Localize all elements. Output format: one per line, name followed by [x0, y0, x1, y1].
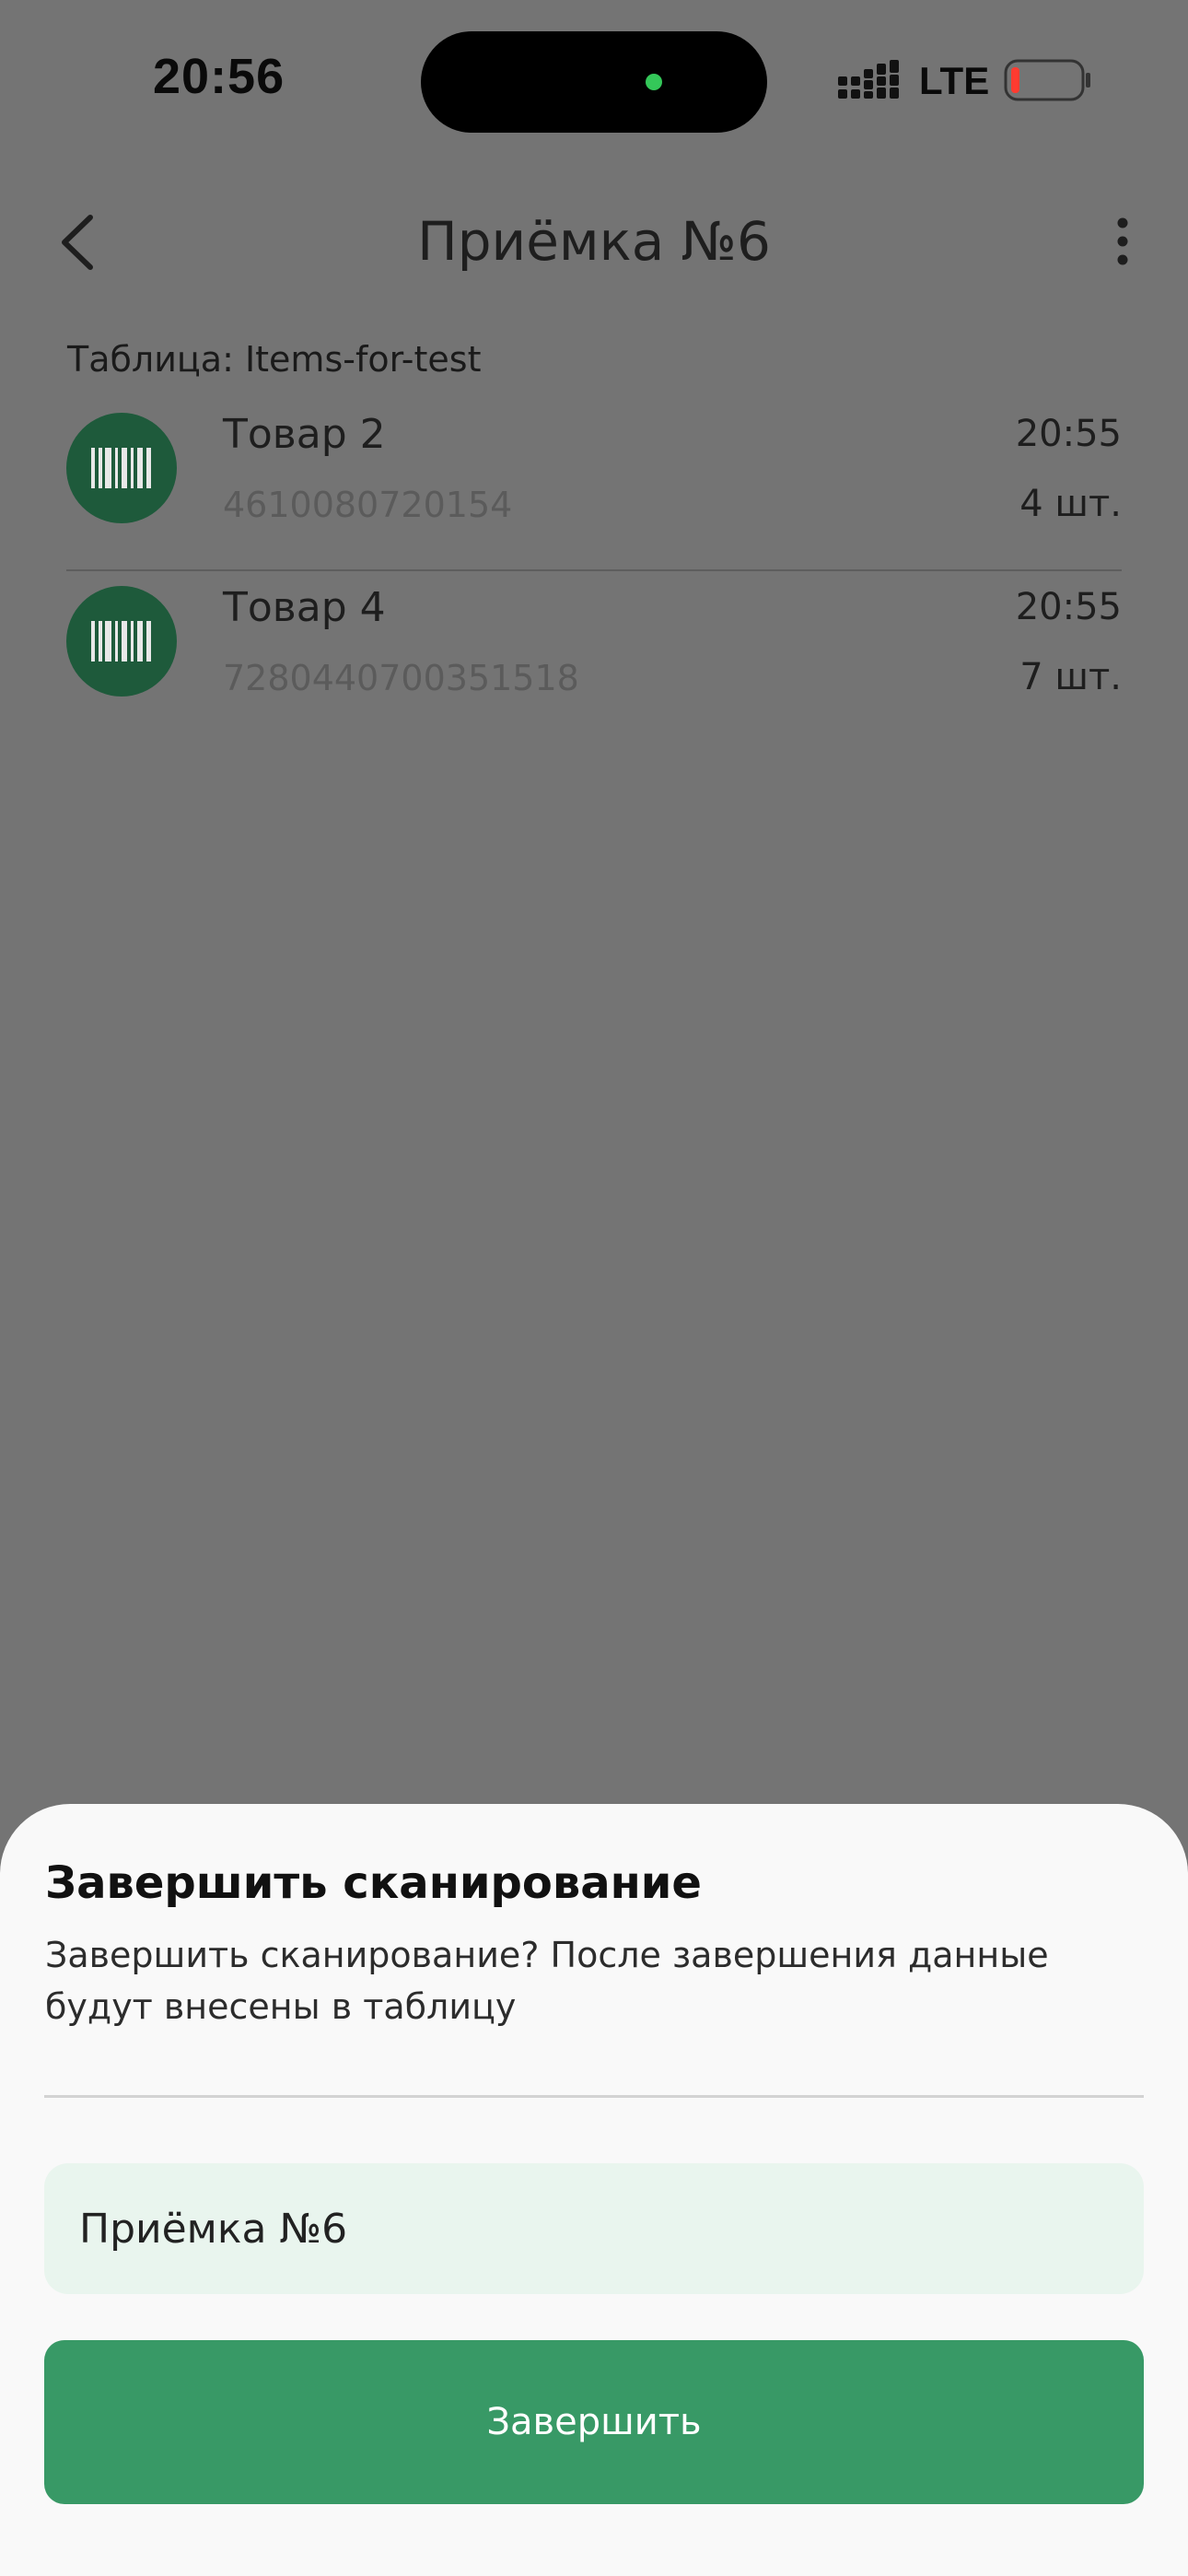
scanned-items-list: Товар 2 4610080720154 20:55 4 шт. Товар … [66, 398, 1122, 743]
list-item[interactable]: Товар 2 4610080720154 20:55 4 шт. [66, 398, 1122, 569]
list-item[interactable]: Товар 4 7280440700351518 20:55 7 шт. [66, 569, 1122, 743]
barcode-icon [66, 586, 177, 697]
more-options-icon[interactable] [1112, 217, 1133, 265]
battery-icon [1004, 59, 1090, 101]
signal-strength-icon [838, 60, 899, 99]
status-time: 20:56 [153, 49, 285, 104]
document-name-input[interactable] [44, 2163, 1144, 2294]
divider [44, 2095, 1144, 2098]
item-barcode: 4610080720154 [223, 485, 513, 525]
item-time: 20:55 [1015, 413, 1122, 455]
item-name: Товар 4 [223, 584, 386, 631]
network-type: LTE [919, 59, 990, 102]
finish-scanning-sheet: Завершить сканирование Завершить сканиро… [0, 1804, 1188, 2576]
sheet-message: Завершить сканирование? После завершения… [45, 1935, 1049, 2027]
finish-button[interactable]: Завершить [44, 2340, 1144, 2504]
dynamic-island [421, 31, 767, 133]
barcode-icon [66, 413, 177, 523]
item-time: 20:55 [1015, 586, 1122, 628]
table-label: Таблица: Items-for-test [67, 339, 482, 380]
item-quantity: 4 шт. [1019, 483, 1122, 525]
item-name: Товар 2 [223, 411, 386, 458]
item-quantity: 7 шт. [1019, 656, 1122, 698]
camera-indicator-dot [646, 74, 662, 90]
item-barcode: 7280440700351518 [223, 658, 579, 698]
page-title: Приёмка №6 [417, 210, 771, 273]
sheet-title: Завершить сканирование [45, 1857, 702, 1909]
